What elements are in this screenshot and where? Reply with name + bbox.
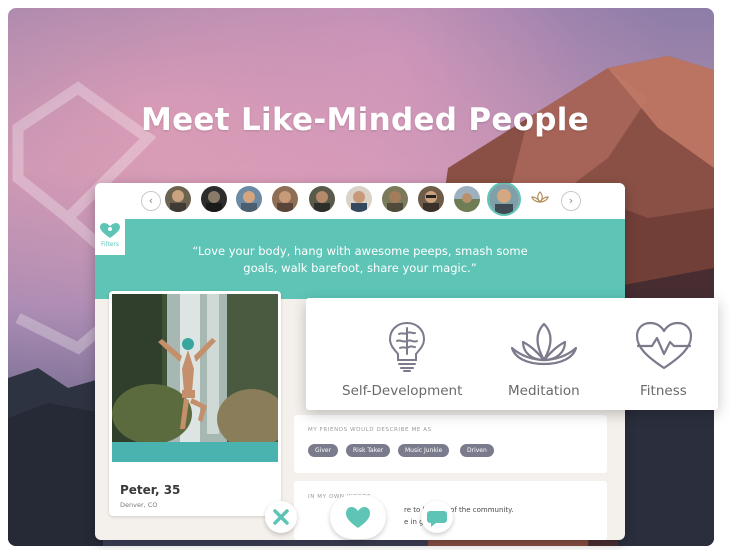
like-button[interactable]: [330, 495, 386, 539]
avatar[interactable]: [382, 186, 408, 212]
avatar[interactable]: [236, 186, 262, 212]
chevron-right-icon[interactable]: ›: [561, 191, 581, 211]
filters-label: Filters: [101, 241, 119, 248]
close-icon: [273, 509, 289, 525]
chevron-left-icon[interactable]: ‹: [141, 191, 161, 211]
profile-quote: “Love your body, hang with awesome peeps…: [192, 244, 528, 275]
match-carousel: ‹ ›: [95, 183, 625, 219]
section-title: MY FRIENDS WOULD DESCRIBE ME AS: [308, 427, 432, 433]
friends-describe-panel: MY FRIENDS WOULD DESCRIBE ME AS Giver Ri…: [294, 415, 607, 473]
interest-label: Self-Development: [342, 383, 463, 399]
filter-heart-icon: [100, 223, 120, 238]
hero-title: Meet Like-Minded People: [140, 102, 590, 138]
avatar[interactable]: [201, 186, 227, 212]
avatar[interactable]: [454, 186, 480, 212]
filters-button[interactable]: [95, 219, 125, 255]
trait-tag: Music Junkie: [398, 444, 450, 457]
avatar[interactable]: [309, 186, 335, 212]
trait-tag: Driven: [460, 444, 494, 457]
profile-card[interactable]: Peter, 35 Denver, CO: [109, 291, 281, 516]
reject-button[interactable]: [265, 501, 297, 533]
chat-bubble-icon: [427, 511, 447, 527]
profile-location: Denver, CO: [120, 501, 158, 509]
avatar[interactable]: [165, 186, 191, 212]
avatar[interactable]: [272, 186, 298, 212]
interest-label: Fitness: [640, 383, 687, 399]
interests-card: Self-Development Meditation Fitness: [306, 298, 718, 410]
interest-label: Meditation: [508, 383, 580, 399]
message-button[interactable]: [421, 501, 453, 533]
heart-icon: [346, 507, 370, 528]
profile-name: Peter, 35: [120, 483, 181, 497]
heart-pulse-icon: [635, 321, 693, 370]
lotus-icon[interactable]: [531, 190, 549, 204]
avatar[interactable]: [418, 186, 444, 212]
avatar[interactable]: [346, 186, 372, 212]
lotus-icon: [510, 322, 578, 366]
avatar-selected[interactable]: [489, 184, 519, 214]
profile-photo: [112, 294, 278, 462]
trait-tag: Risk Taker: [346, 444, 391, 457]
brain-lightbulb-icon: [388, 321, 426, 372]
trait-tag: Giver: [308, 444, 339, 457]
screenshot-stage: Meet Like-Minded People ‹ › Filters “Lov…: [0, 0, 730, 550]
